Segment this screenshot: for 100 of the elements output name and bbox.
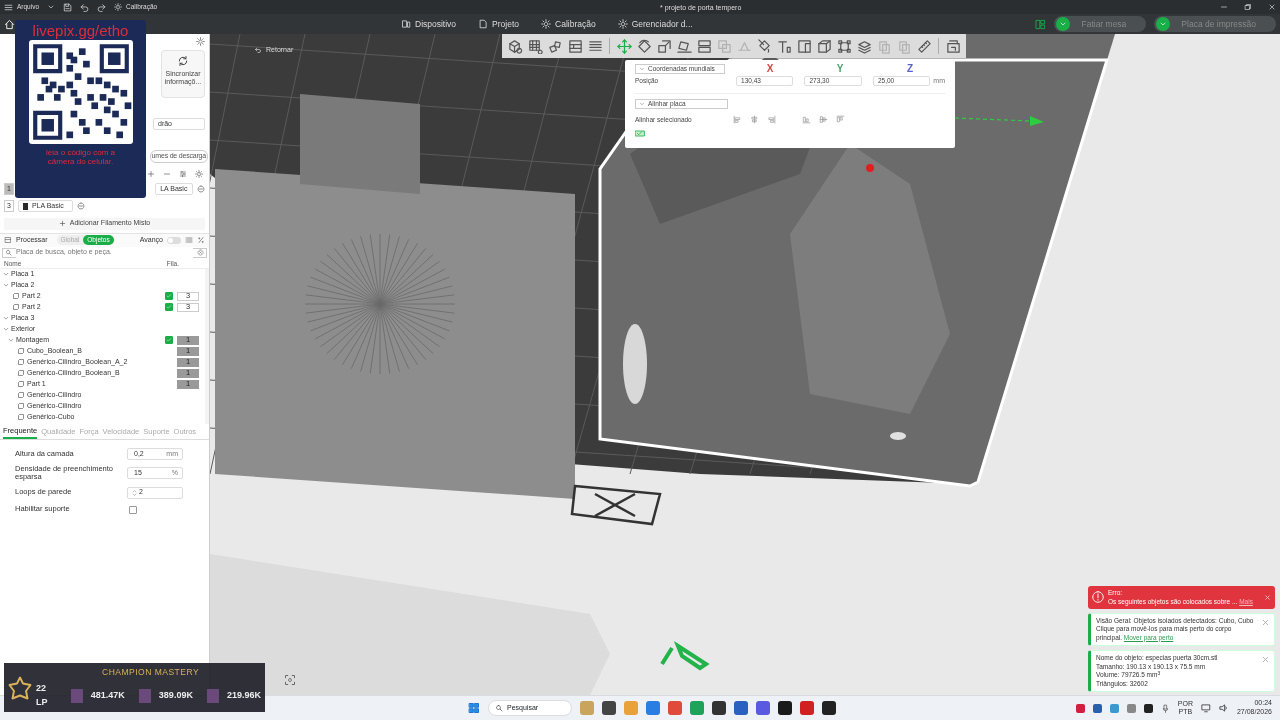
close-icon[interactable] — [1264, 594, 1271, 602]
devices-icon — [401, 19, 411, 29]
checkbox[interactable] — [165, 303, 173, 311]
panel-icon — [567, 38, 583, 54]
checkbox[interactable] — [165, 336, 173, 344]
cube-icon — [816, 38, 832, 54]
app-icon[interactable] — [602, 701, 616, 715]
process-icon — [4, 236, 12, 244]
app-icon[interactable] — [646, 701, 660, 715]
align-icon[interactable] — [802, 114, 811, 124]
cube-add-icon — [507, 38, 523, 54]
caret-icon — [1059, 20, 1068, 28]
check-icon — [166, 337, 172, 343]
move-icon — [616, 38, 632, 54]
axis-arrow-drawing[interactable] — [954, 116, 1044, 126]
minus-circle-icon[interactable] — [76, 202, 85, 210]
champion-portrait — [70, 688, 83, 703]
app-icon[interactable] — [712, 701, 726, 715]
tab[interactable]: Gerenciador d... — [611, 15, 699, 33]
object-icon — [12, 292, 20, 300]
spinner-icon — [132, 488, 137, 497]
align-icon[interactable] — [733, 114, 742, 124]
gear-icon[interactable] — [195, 169, 203, 178]
plate-list-icon[interactable] — [1035, 18, 1047, 30]
list-icon[interactable] — [185, 236, 193, 244]
object-icon — [17, 358, 25, 366]
home-icon[interactable] — [4, 18, 15, 30]
app-icon[interactable] — [734, 701, 748, 715]
object-icon — [17, 369, 25, 377]
expand-caret-icon[interactable] — [3, 282, 9, 288]
ruler-icon — [916, 38, 932, 54]
flatten-icon — [676, 38, 692, 54]
tab[interactable]: Dispositivo — [395, 15, 463, 33]
speaker-icon[interactable] — [1218, 703, 1229, 713]
axis-label: Z — [906, 64, 914, 74]
align-icon[interactable] — [767, 114, 776, 124]
restore-icon[interactable] — [1244, 3, 1252, 11]
object-icon — [17, 402, 25, 410]
sync-icon — [177, 55, 189, 67]
advanced-switch[interactable] — [167, 236, 181, 244]
layers-icon — [856, 38, 872, 54]
rank-label: 22 LP — [36, 682, 49, 709]
gear-icon[interactable] — [196, 37, 205, 46]
clear-icon[interactable] — [197, 249, 204, 256]
app-icon[interactable] — [822, 701, 836, 715]
minus-circle-icon[interactable] — [197, 185, 205, 193]
caret-icon — [639, 100, 645, 107]
windows-icon[interactable] — [468, 702, 480, 714]
checkbox[interactable] — [165, 292, 173, 300]
object-icon — [17, 347, 25, 355]
checkbox[interactable] — [129, 505, 137, 514]
apply-icon[interactable] — [635, 130, 645, 138]
tab[interactable]: Calibração — [535, 15, 602, 33]
expand-caret-icon[interactable] — [3, 326, 9, 332]
close-icon[interactable] — [1268, 3, 1276, 11]
gear-icon — [541, 19, 552, 29]
handle-dot[interactable] — [866, 164, 874, 172]
redo-icon[interactable] — [97, 2, 107, 12]
app-icon[interactable] — [800, 701, 814, 715]
app-icon[interactable] — [778, 701, 792, 715]
search-icon — [5, 249, 12, 256]
minimize-icon[interactable] — [1220, 3, 1228, 11]
percent-icon[interactable] — [197, 236, 205, 244]
caret-icon — [1159, 20, 1168, 28]
align-icon[interactable] — [836, 114, 845, 124]
menu-icon — [4, 2, 13, 12]
caret-icon[interactable] — [47, 3, 56, 11]
undo-icon[interactable] — [80, 2, 90, 12]
tab[interactable]: Projeto — [472, 15, 526, 33]
back-arrow-icon — [254, 46, 262, 55]
plate-icon — [945, 38, 961, 54]
app-icon[interactable] — [756, 701, 770, 715]
focus-icon[interactable] — [284, 674, 296, 686]
microphone-icon[interactable] — [1160, 703, 1170, 713]
save-icon[interactable] — [63, 2, 73, 12]
network-icon[interactable] — [1200, 703, 1211, 713]
align-icon[interactable] — [819, 114, 828, 124]
frame-icon — [836, 38, 852, 54]
plus-icon — [58, 220, 66, 227]
error-icon — [1092, 591, 1104, 604]
score-label: 389.09K — [158, 689, 193, 703]
expand-caret-icon[interactable] — [3, 315, 9, 321]
champion-portrait — [138, 688, 151, 703]
paint-bucket-icon — [756, 38, 772, 54]
expand-caret-icon[interactable] — [8, 337, 14, 343]
arrange-icon — [547, 38, 563, 54]
object-icon — [17, 380, 25, 388]
document-icon — [478, 19, 489, 29]
rotate-icon — [636, 38, 652, 54]
text-icon — [776, 38, 792, 54]
sliders-icon[interactable] — [179, 169, 187, 178]
align-icon[interactable] — [750, 114, 759, 124]
axis-label: X — [766, 64, 774, 74]
search-icon — [495, 704, 503, 712]
plus-icon[interactable] — [147, 169, 155, 178]
gear-icon — [114, 3, 123, 11]
expand-caret-icon[interactable] — [3, 271, 9, 277]
boolean-icon — [716, 38, 732, 54]
caret-icon — [639, 66, 645, 72]
overlay-title: CHAMPION MASTERY — [102, 665, 201, 679]
